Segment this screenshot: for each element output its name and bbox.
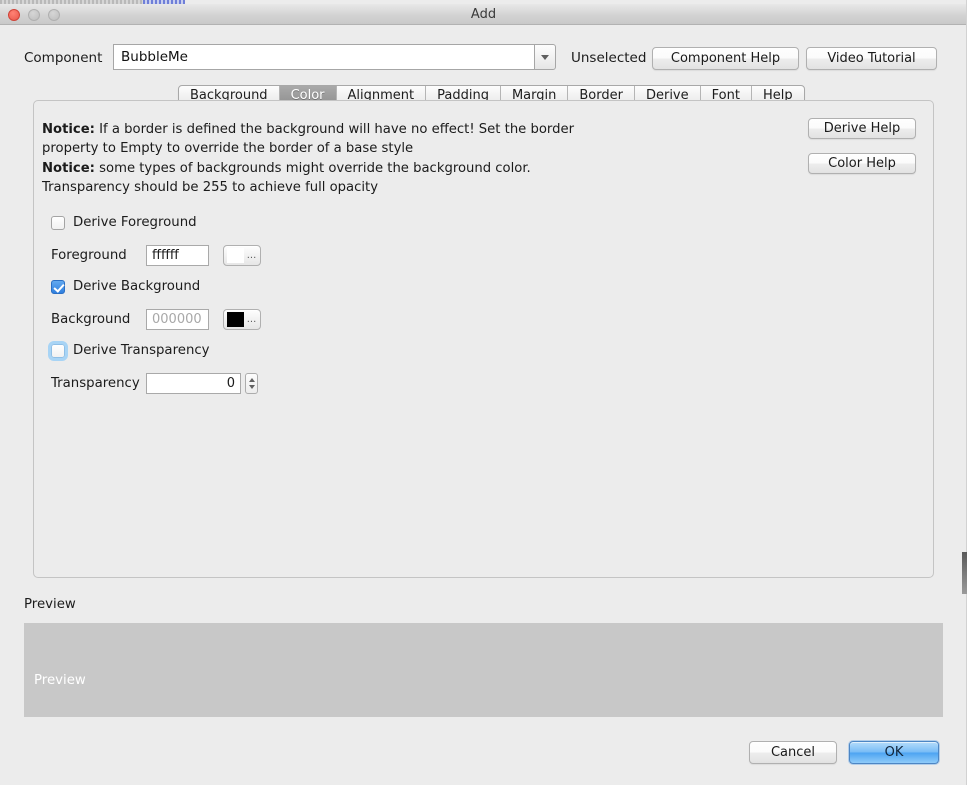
preview-area: Preview [24, 623, 943, 717]
ellipsis-icon: ... [246, 316, 257, 324]
foreground-color-swatch [227, 248, 244, 263]
color-help-button[interactable]: Color Help [808, 153, 916, 174]
preview-sample-text: Preview [34, 673, 86, 688]
derive-background-label: Derive Background [73, 279, 200, 294]
component-help-button[interactable]: Component Help [652, 47, 799, 70]
background-color-swatch [227, 312, 244, 327]
color-settings-panel: Notice: If a border is defined the backg… [33, 100, 934, 578]
preview-section-label: Preview [24, 597, 76, 612]
notice-border-warning: Notice: If a border is defined the backg… [42, 120, 602, 158]
component-combobox[interactable]: BubbleMe [113, 44, 556, 70]
derive-foreground-checkbox[interactable] [51, 216, 65, 230]
cancel-button[interactable]: Cancel [749, 741, 837, 764]
transparency-row: Transparency 0 [51, 373, 258, 394]
scrollbar-thumb[interactable] [962, 552, 967, 594]
derive-transparency-label: Derive Transparency [73, 343, 210, 358]
foreground-row: Foreground ffffff ... [51, 245, 261, 266]
window-title: Add [0, 4, 967, 25]
component-input[interactable]: BubbleMe [113, 44, 534, 70]
component-label: Component [24, 50, 102, 66]
window-titlebar: Add [0, 4, 967, 25]
background-label: Background [51, 312, 146, 327]
notice-background-warning: Notice: some types of backgrounds might … [42, 159, 602, 197]
notice-body: some types of backgrounds might override… [42, 161, 531, 195]
derive-foreground-label: Derive Foreground [73, 215, 197, 230]
derive-help-button[interactable]: Derive Help [808, 118, 916, 139]
notice-prefix: Notice: [42, 161, 95, 176]
derive-background-row[interactable]: Derive Background [51, 279, 200, 294]
derive-background-checkbox[interactable] [51, 280, 65, 294]
background-row: Background 000000 ... [51, 309, 261, 330]
derive-transparency-row[interactable]: Derive Transparency [51, 343, 210, 358]
selection-status: Unselected [571, 50, 646, 66]
foreground-input[interactable]: ffffff [146, 245, 209, 266]
ellipsis-icon: ... [246, 252, 257, 260]
background-color-picker-button[interactable]: ... [223, 309, 261, 330]
foreground-label: Foreground [51, 248, 146, 263]
transparency-input[interactable]: 0 [146, 373, 241, 394]
chevron-down-icon[interactable] [534, 44, 556, 70]
foreground-color-picker-button[interactable]: ... [223, 245, 261, 266]
ok-button[interactable]: OK [849, 741, 939, 764]
derive-transparency-checkbox[interactable] [51, 344, 65, 358]
background-input[interactable]: 000000 [146, 309, 209, 330]
transparency-stepper[interactable] [245, 373, 258, 394]
notice-body: If a border is defined the background wi… [42, 122, 574, 156]
notice-prefix: Notice: [42, 122, 95, 137]
transparency-label: Transparency [51, 376, 146, 391]
derive-foreground-row[interactable]: Derive Foreground [51, 215, 197, 230]
video-tutorial-button[interactable]: Video Tutorial [806, 47, 937, 70]
